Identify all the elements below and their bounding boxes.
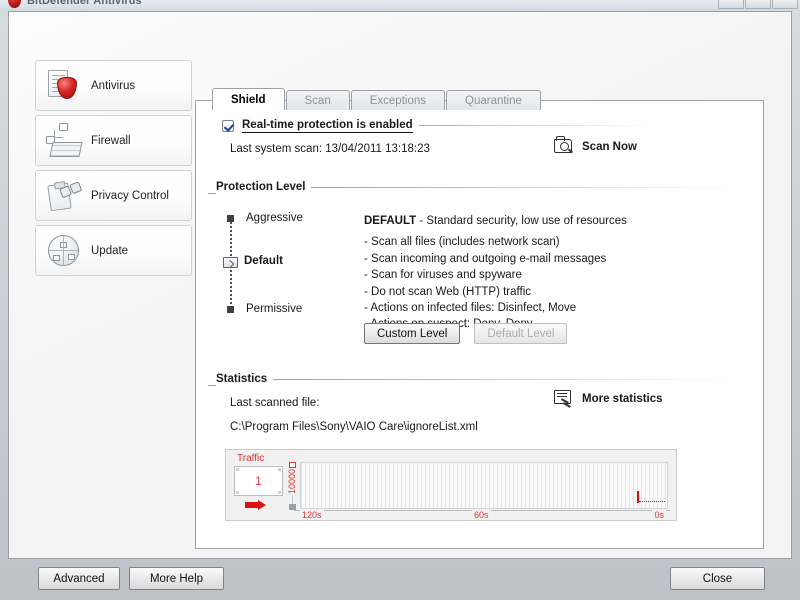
footer-left-buttons: Advanced More Help xyxy=(38,567,224,590)
realtime-protection-label: Real-time protection is enabled xyxy=(242,119,413,133)
tab-quarantine[interactable]: Quarantine xyxy=(446,90,541,110)
title-bar: BitDefender Antivirus xyxy=(0,0,800,11)
x-axis-label-120s: 120s xyxy=(300,510,324,520)
document-shield-icon xyxy=(43,66,85,106)
scan-now-button[interactable]: Scan Now xyxy=(554,136,637,156)
traffic-current-marker xyxy=(637,491,665,503)
protection-level-group-header: Protection Level xyxy=(208,181,753,195)
close-button[interactable]: Close xyxy=(670,567,765,590)
close-window-button[interactable] xyxy=(772,0,798,9)
app-shield-icon xyxy=(8,0,21,8)
window-title: BitDefender Antivirus xyxy=(27,0,142,7)
sidebar-item-label: Update xyxy=(91,244,129,257)
more-statistics-label: More statistics xyxy=(582,393,663,405)
custom-level-button[interactable]: Custom Level xyxy=(364,323,461,344)
network-wall-icon xyxy=(43,121,85,161)
traffic-direction-arrow-icon xyxy=(245,500,267,510)
tab-exceptions[interactable]: Exceptions xyxy=(350,90,445,110)
realtime-protection-row: Real-time protection is enabled xyxy=(222,119,652,133)
realtime-protection-checkbox[interactable] xyxy=(222,120,234,132)
minimize-button[interactable] xyxy=(718,0,744,9)
sidebar-item-privacy-control[interactable]: Privacy Control xyxy=(35,170,192,221)
sidebar: Antivirus Firewall Privacy Control Updat… xyxy=(35,60,192,280)
level-headline-rest: - Standard security, low use of resource… xyxy=(416,215,627,227)
traffic-y-axis: 10000 xyxy=(287,462,298,510)
y-axis-line xyxy=(292,495,293,504)
traffic-graph-widget: Traffic 1 10000 120s 60s 0s xyxy=(225,449,677,521)
slider-label-aggressive[interactable]: Aggressive xyxy=(246,212,303,224)
protection-level-slider[interactable]: Aggressive Default Permissive xyxy=(222,212,342,318)
last-system-scan-text: Last system scan: 13/04/2011 13:18:23 xyxy=(230,143,430,155)
scan-now-label: Scan Now xyxy=(582,140,637,153)
group-divider xyxy=(311,186,753,188)
slider-tick-bottom xyxy=(227,306,234,313)
traffic-x-axis: 120s 60s 0s xyxy=(294,510,670,520)
slider-thumb[interactable] xyxy=(223,257,238,268)
realtime-divider xyxy=(418,125,652,126)
protection-level-description: DEFAULT - Standard security, low use of … xyxy=(364,213,724,333)
globe-update-icon xyxy=(43,231,85,271)
x-axis-label-60s: 60s xyxy=(472,510,491,520)
statistics-title: Statistics xyxy=(216,373,268,385)
tab-shield[interactable]: Shield xyxy=(212,88,285,110)
level-bullet: - Scan incoming and outgoing e-mail mess… xyxy=(364,252,607,265)
level-bullet-list: - Scan all files (includes network scan)… xyxy=(364,234,724,332)
slider-label-permissive[interactable]: Permissive xyxy=(246,303,302,315)
sidebar-item-firewall[interactable]: Firewall xyxy=(35,115,192,166)
stats-card-icon xyxy=(554,389,576,409)
shield-panel: Real-time protection is enabled Last sys… xyxy=(195,100,764,549)
y-axis-max-label: 10000 xyxy=(287,469,297,495)
traffic-title: Traffic xyxy=(237,453,265,464)
protection-level-title: Protection Level xyxy=(216,181,306,193)
advanced-button[interactable]: Advanced xyxy=(38,567,120,590)
y-axis-top-marker xyxy=(289,462,296,468)
application-window: BitDefender Antivirus Antivirus Firewall… xyxy=(0,0,800,600)
x-axis-label-0s: 0s xyxy=(652,510,666,520)
sidebar-item-label: Antivirus xyxy=(91,79,136,92)
tab-strip: Shield Scan Exceptions Quarantine xyxy=(212,88,542,110)
level-bullet: - Do not scan Web (HTTP) traffic xyxy=(364,285,532,298)
tab-scan[interactable]: Scan xyxy=(285,90,350,110)
traffic-value-box: 1 xyxy=(234,466,283,496)
level-button-row: Custom Level Default Level xyxy=(364,323,568,344)
client-area: Antivirus Firewall Privacy Control Updat… xyxy=(8,11,792,559)
clipboard-glasses-icon xyxy=(43,176,85,216)
slider-tick-top xyxy=(227,215,234,222)
traffic-plot-area xyxy=(300,462,668,509)
sidebar-item-update[interactable]: Update xyxy=(35,225,192,276)
level-headline: DEFAULT - Standard security, low use of … xyxy=(364,213,724,229)
level-bullet: - Scan all files (includes network scan) xyxy=(364,236,560,249)
default-level-button: Default Level xyxy=(474,323,568,344)
statistics-group-header: Statistics xyxy=(208,373,753,387)
sidebar-item-antivirus[interactable]: Antivirus xyxy=(35,60,192,111)
footer-right-buttons: Close xyxy=(670,567,765,590)
last-scanned-file-label: Last scanned file: xyxy=(230,397,320,409)
sidebar-item-label: Firewall xyxy=(91,134,131,147)
slider-label-default[interactable]: Default xyxy=(244,255,283,267)
window-controls[interactable] xyxy=(718,0,798,9)
level-bullet: - Scan for viruses and spyware xyxy=(364,269,522,282)
more-statistics-button[interactable]: More statistics xyxy=(554,389,663,409)
last-scanned-file-path: C:\Program Files\Sony\VAIO Care\ignoreLi… xyxy=(230,421,478,433)
footer-bar: Advanced More Help Close xyxy=(0,559,800,600)
sidebar-item-label: Privacy Control xyxy=(91,189,169,202)
level-bullet: - Actions on infected files: Disinfect, … xyxy=(364,302,577,315)
level-headline-strong: DEFAULT xyxy=(364,215,417,227)
group-divider xyxy=(273,378,753,380)
traffic-value: 1 xyxy=(255,474,262,488)
more-help-button[interactable]: More Help xyxy=(129,567,224,590)
folder-magnifier-icon xyxy=(554,136,576,156)
maximize-button[interactable] xyxy=(745,0,771,9)
